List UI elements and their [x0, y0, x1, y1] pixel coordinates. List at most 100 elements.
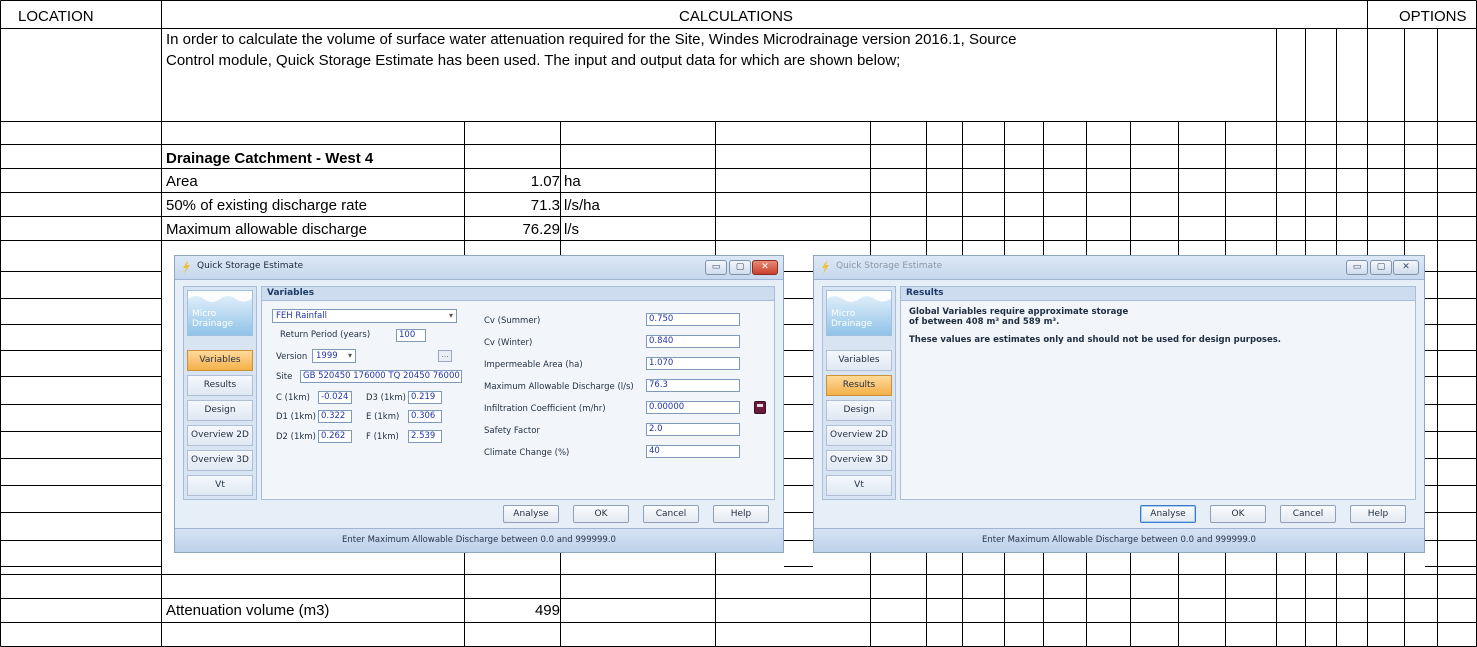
attenuation-label: Attenuation volume (m3)	[166, 602, 330, 619]
e-label: E (1km)	[366, 412, 400, 422]
cancel-button[interactable]: Cancel	[643, 505, 699, 523]
climate-change-label: Climate Change (%)	[484, 448, 570, 458]
max-discharge-label: Maximum allowable discharge	[166, 221, 367, 238]
nav-overview-2d[interactable]: Overview 2D	[187, 425, 253, 446]
brand-wave-icon	[188, 291, 252, 302]
nav-overview-3d[interactable]: Overview 3D	[187, 450, 253, 471]
minimize-button[interactable]: ▭	[1346, 260, 1368, 275]
calculation-sheet: LOCATION CALCULATIONS OPTIONS In order t…	[0, 0, 1477, 647]
ok-button[interactable]: OK	[573, 505, 629, 523]
nav-vt[interactable]: Vt	[826, 475, 892, 496]
site-input[interactable]: GB 520450 176000 TQ 20450 76000	[300, 370, 462, 383]
max-discharge-unit: l/s	[564, 221, 579, 238]
cv-winter-input[interactable]: 0.840	[646, 335, 740, 348]
return-period-label: Return Period (years)	[280, 330, 371, 340]
nav-results[interactable]: Results	[187, 375, 253, 396]
brand-line-1: Micro	[831, 309, 856, 319]
chevron-down-icon: ▾	[448, 311, 453, 320]
help-button[interactable]: Help	[1350, 505, 1406, 523]
return-period-input[interactable]: 100	[396, 329, 426, 342]
dialog-sidebar: Micro Drainage Variables Results Design …	[822, 286, 896, 500]
brand-line-2: Drainage	[831, 319, 873, 329]
nav-overview-3d[interactable]: Overview 3D	[826, 450, 892, 471]
nav-design[interactable]: Design	[826, 400, 892, 421]
analyse-button[interactable]: Analyse	[503, 505, 559, 523]
restore-button[interactable]: ▢	[729, 260, 751, 275]
nav-results[interactable]: Results	[826, 375, 892, 396]
d1-label: D1 (1km)	[276, 412, 316, 422]
version-chevron-icon: ▾	[347, 351, 352, 360]
results-panel-title: Results	[901, 287, 1415, 301]
safety-factor-input[interactable]: 2.0	[646, 423, 740, 436]
safety-factor-label: Safety Factor	[484, 426, 540, 436]
c1km-input[interactable]: -0.024	[318, 391, 352, 404]
discharge-rate-value: 71.3	[530, 197, 560, 214]
version-browse-button[interactable]: …	[438, 350, 452, 362]
results-panel: Results Global Variables require approxi…	[900, 286, 1416, 500]
dialog-title: Quick Storage Estimate	[836, 261, 943, 271]
attenuation-value: 499	[534, 602, 560, 619]
max-discharge-value: 76.29	[522, 221, 560, 238]
status-bar: Enter Maximum Allowable Discharge betwee…	[814, 528, 1424, 552]
discharge-rate-label: 50% of existing discharge rate	[166, 197, 367, 214]
area-unit: ha	[564, 173, 581, 190]
dialog-titlebar: Quick Storage Estimate ▭ ▢ ✕	[814, 256, 1424, 280]
area-label: Area	[166, 173, 198, 190]
nav-variables[interactable]: Variables	[187, 350, 253, 371]
infiltration-coefficient-label: Infiltration Coefficient (m/hr)	[484, 404, 606, 414]
help-button[interactable]: Help	[713, 505, 769, 523]
analyse-button[interactable]: Analyse	[1140, 505, 1196, 523]
options-header: OPTIONS	[1399, 8, 1467, 25]
calculator-icon[interactable]	[754, 401, 766, 414]
dialog-titlebar: Quick Storage Estimate ▭ ▢ ✕	[175, 256, 783, 280]
version-value: 1999	[316, 351, 338, 361]
storage-result-line-2: of between 408 m³ and 589 m³.	[909, 317, 1060, 327]
catchment-heading: Drainage Catchment - West 4	[166, 150, 374, 167]
d2-input[interactable]: 0.262	[318, 430, 352, 443]
impermeable-area-input[interactable]: 1.070	[646, 357, 740, 370]
intro-line-2: Control module, Quick Storage Estimate h…	[166, 52, 901, 69]
quick-storage-dialog-variables: Quick Storage Estimate ▭ ▢ ✕ Micro Drain…	[174, 255, 784, 553]
nav-overview-2d[interactable]: Overview 2D	[826, 425, 892, 446]
e-input[interactable]: 0.306	[408, 410, 442, 423]
area-value: 1.07	[530, 173, 560, 190]
c1km-label: C (1km)	[276, 393, 310, 403]
climate-change-input[interactable]: 40	[646, 445, 740, 458]
max-allowable-discharge-label: Maximum Allowable Discharge (l/s)	[484, 382, 634, 392]
rainfall-method-value: FEH Rainfall	[276, 311, 327, 321]
microdrainage-logo: Micro Drainage	[187, 290, 253, 336]
microdrainage-logo: Micro Drainage	[826, 290, 892, 336]
dialog-sidebar: Micro Drainage Variables Results Design …	[183, 286, 257, 500]
dialog-title: Quick Storage Estimate	[197, 261, 304, 271]
f-input[interactable]: 2.539	[408, 430, 442, 443]
storage-result-line-1: Global Variables require approximate sto…	[909, 307, 1129, 317]
cv-summer-label: Cv (Summer)	[484, 316, 541, 326]
calculations-header: CALCULATIONS	[679, 8, 793, 25]
restore-button[interactable]: ▢	[1370, 260, 1392, 275]
version-label: Version	[276, 352, 308, 362]
nav-vt[interactable]: Vt	[187, 475, 253, 496]
status-bar: Enter Maximum Allowable Discharge betwee…	[175, 528, 783, 552]
nav-variables[interactable]: Variables	[826, 350, 892, 371]
brand-line-1: Micro	[192, 309, 217, 319]
d1-input[interactable]: 0.322	[318, 410, 352, 423]
rainfall-method-select[interactable]: FEH Rainfall ▾	[272, 309, 457, 323]
variables-panel-title: Variables	[262, 287, 774, 301]
microdrainage-logo-icon	[183, 260, 190, 274]
quick-storage-dialog-results: Quick Storage Estimate ▭ ▢ ✕ Micro Drain…	[813, 255, 1425, 553]
cv-winter-label: Cv (Winter)	[484, 338, 533, 348]
ok-button[interactable]: OK	[1210, 505, 1266, 523]
minimize-button[interactable]: ▭	[705, 260, 727, 275]
close-button[interactable]: ✕	[1393, 260, 1419, 275]
close-button[interactable]: ✕	[752, 260, 778, 275]
cv-summer-input[interactable]: 0.750	[646, 313, 740, 326]
location-header: LOCATION	[18, 8, 94, 25]
d3-input[interactable]: 0.219	[408, 391, 442, 404]
discharge-rate-unit: l/s/ha	[564, 197, 600, 214]
version-select[interactable]: 1999 ▾	[312, 349, 356, 363]
cancel-button[interactable]: Cancel	[1280, 505, 1336, 523]
infiltration-coefficient-input[interactable]: 0.00000	[646, 401, 740, 414]
f-label: F (1km)	[366, 432, 399, 442]
nav-design[interactable]: Design	[187, 400, 253, 421]
max-allowable-discharge-input[interactable]: 76.3	[646, 379, 740, 392]
